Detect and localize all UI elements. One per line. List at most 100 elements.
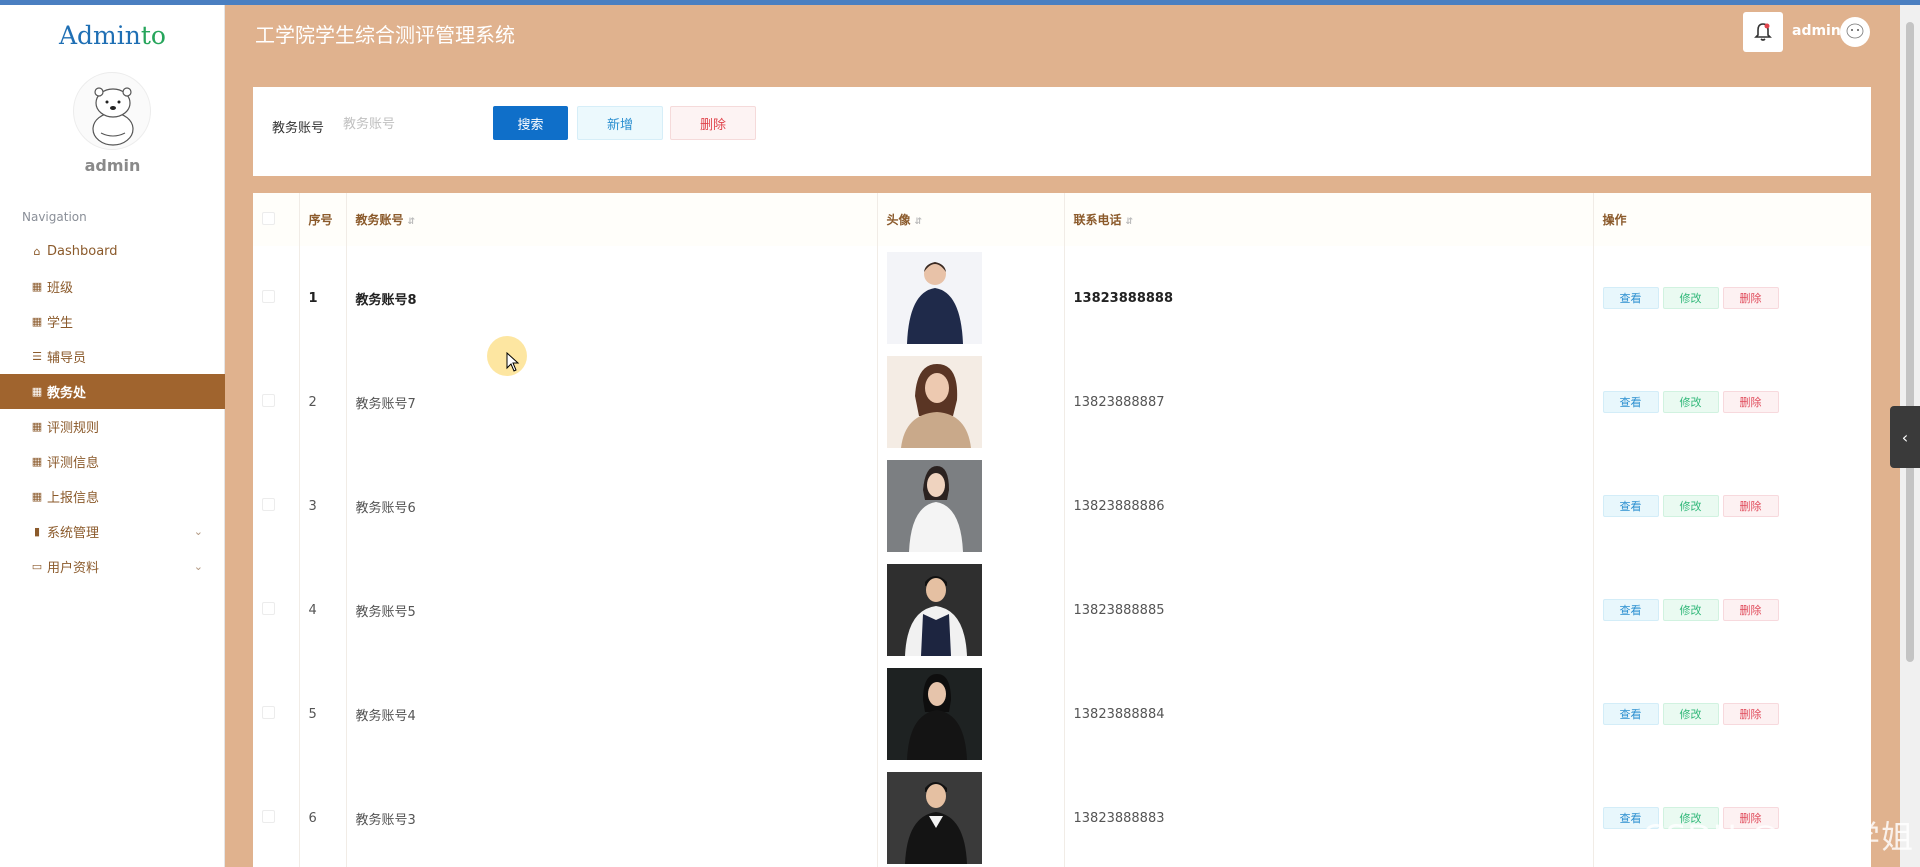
row-phone: 13823888885	[1064, 558, 1594, 662]
sort-icon[interactable]: ⇵	[1126, 217, 1134, 227]
sort-icon[interactable]: ⇵	[915, 217, 923, 227]
staff-photo[interactable]	[886, 668, 982, 760]
select-all-checkbox[interactable]	[262, 211, 275, 225]
sidebar-item-system-management[interactable]: ▮ 系统管理 ⌄	[0, 514, 225, 549]
sidebar-item-eval-rules[interactable]: ▦ 评测规则	[0, 409, 225, 444]
sidebar-item-label: 用户资料	[47, 561, 100, 576]
search-panel: 教务账号 搜索 新增 删除	[253, 87, 1871, 176]
edit-button[interactable]: 修改	[1662, 391, 1719, 413]
card-icon: ▭	[31, 560, 43, 573]
select-all-header	[253, 193, 300, 246]
row-avatar-cell	[877, 662, 1065, 766]
row-index: 5	[299, 662, 347, 766]
panel-toggle-button[interactable]: ‹	[1890, 406, 1920, 468]
delete-button[interactable]: 删除	[1722, 703, 1779, 725]
search-button[interactable]: 搜索	[493, 106, 568, 140]
row-actions: 查看 修改 删除	[1593, 662, 1871, 766]
column-header-avatar[interactable]: 头像 ⇵	[877, 193, 1065, 246]
edit-button[interactable]: 修改	[1662, 703, 1719, 725]
header-avatar[interactable]	[1840, 17, 1870, 47]
nav-section-title: Navigation	[22, 210, 87, 224]
delete-button[interactable]: 删除	[1722, 495, 1779, 517]
watermark: CSDN @茹茹学姐	[1642, 818, 1914, 856]
row-phone: 13823888887	[1064, 350, 1594, 454]
column-header-account[interactable]: 教务账号 ⇵	[346, 193, 878, 246]
row-checkbox[interactable]	[262, 705, 275, 719]
batch-delete-button[interactable]: 删除	[670, 106, 756, 140]
delete-button[interactable]: 删除	[1722, 287, 1779, 309]
home-icon: ⌂	[33, 245, 41, 258]
table-row[interactable]: 3 教务账号6 13823888886 查看 修改 删除	[253, 454, 1871, 558]
bear-avatar-icon	[92, 87, 134, 146]
table-row[interactable]: 1 教务账号8 13823888888 查看 修改 删除	[253, 246, 1871, 350]
sidebar-item-report-info[interactable]: ▦ 上报信息	[0, 479, 225, 514]
grid-icon: ▦	[31, 315, 43, 328]
mouse-cursor-icon	[506, 352, 520, 372]
sidebar-item-label: 评测规则	[47, 421, 100, 436]
view-button[interactable]: 查看	[1602, 287, 1659, 309]
sidebar-item-label: 辅导员	[47, 351, 87, 366]
row-checkbox[interactable]	[262, 809, 275, 823]
staff-photo[interactable]	[886, 564, 982, 656]
account-search-input[interactable]	[343, 110, 473, 138]
delete-button[interactable]: 删除	[1722, 391, 1779, 413]
chevron-left-icon: ‹	[1901, 427, 1909, 447]
row-actions: 查看 修改 删除	[1593, 350, 1871, 454]
edit-button[interactable]: 修改	[1662, 599, 1719, 621]
scrollbar-thumb[interactable]	[1906, 22, 1914, 662]
view-button[interactable]: 查看	[1602, 495, 1659, 517]
sidebar-item-eval-info[interactable]: ▦ 评测信息	[0, 444, 225, 479]
grid-icon: ▦	[31, 420, 43, 433]
chevron-down-icon: ⌄	[193, 560, 203, 573]
app-logo[interactable]: Adminto	[0, 21, 225, 50]
view-button[interactable]: 查看	[1602, 703, 1659, 725]
sidebar-item-counselor[interactable]: ☰ 辅导员	[0, 339, 225, 374]
avatar[interactable]	[73, 72, 151, 150]
sort-icon[interactable]: ⇵	[408, 217, 416, 227]
view-button[interactable]: 查看	[1602, 391, 1659, 413]
row-avatar-cell	[877, 454, 1065, 558]
row-checkbox[interactable]	[262, 497, 275, 511]
row-actions: 查看 修改 删除	[1593, 246, 1871, 350]
data-table-panel: 序号 教务账号 ⇵ 头像 ⇵ 联系电话 ⇵ 操作 1 教务账号8 1382388…	[253, 193, 1871, 867]
table-row[interactable]: 5 教务账号4 13823888884 查看 修改 删除	[253, 662, 1871, 766]
table-row[interactable]: 4 教务账号5 13823888885 查看 修改 删除	[253, 558, 1871, 662]
sidebar-item-user-profile[interactable]: ▭ 用户资料 ⌄	[0, 549, 225, 584]
sidebar-item-dashboard[interactable]: ⌂ Dashboard	[0, 234, 225, 269]
row-phone: 13823888883	[1064, 766, 1594, 867]
row-checkbox[interactable]	[262, 601, 275, 615]
sidebar-item-label: 学生	[47, 316, 74, 331]
row-index: 3	[299, 454, 347, 558]
bear-avatar-icon	[1846, 23, 1864, 39]
bell-icon	[1754, 23, 1772, 41]
column-header-phone[interactable]: 联系电话 ⇵	[1064, 193, 1594, 246]
sidebar-item-label: 上报信息	[47, 491, 100, 506]
table-row[interactable]: 6 教务账号3 13823888883 查看 修改 删除	[253, 766, 1871, 867]
edit-button[interactable]: 修改	[1662, 495, 1719, 517]
staff-photo[interactable]	[886, 460, 982, 552]
row-checkbox[interactable]	[262, 393, 275, 407]
grid-icon: ▦	[31, 385, 43, 398]
row-phone: 13823888884	[1064, 662, 1594, 766]
row-avatar-cell	[877, 246, 1065, 350]
edit-button[interactable]: 修改	[1662, 287, 1719, 309]
row-index: 1	[299, 246, 347, 350]
sidebar-item-class[interactable]: ▦ 班级	[0, 269, 225, 304]
add-button[interactable]: 新增	[577, 106, 663, 140]
delete-button[interactable]: 删除	[1722, 599, 1779, 621]
sidebar-item-label: 班级	[47, 281, 74, 296]
row-actions: 查看 修改 删除	[1593, 454, 1871, 558]
sidebar-item-academic-office[interactable]: ▦ 教务处	[0, 374, 225, 409]
sidebar-item-label: 教务处	[47, 386, 87, 401]
column-header-index: 序号	[299, 193, 347, 246]
row-account: 教务账号4	[346, 662, 878, 766]
sidebar-item-student[interactable]: ▦ 学生	[0, 304, 225, 339]
header-username[interactable]: admin	[1792, 23, 1841, 39]
staff-photo[interactable]	[886, 772, 982, 864]
view-button[interactable]: 查看	[1602, 599, 1659, 621]
staff-photo[interactable]	[886, 252, 982, 344]
notification-button[interactable]	[1743, 12, 1783, 52]
staff-photo[interactable]	[886, 356, 982, 448]
row-checkbox[interactable]	[262, 289, 275, 303]
row-index: 2	[299, 350, 347, 454]
